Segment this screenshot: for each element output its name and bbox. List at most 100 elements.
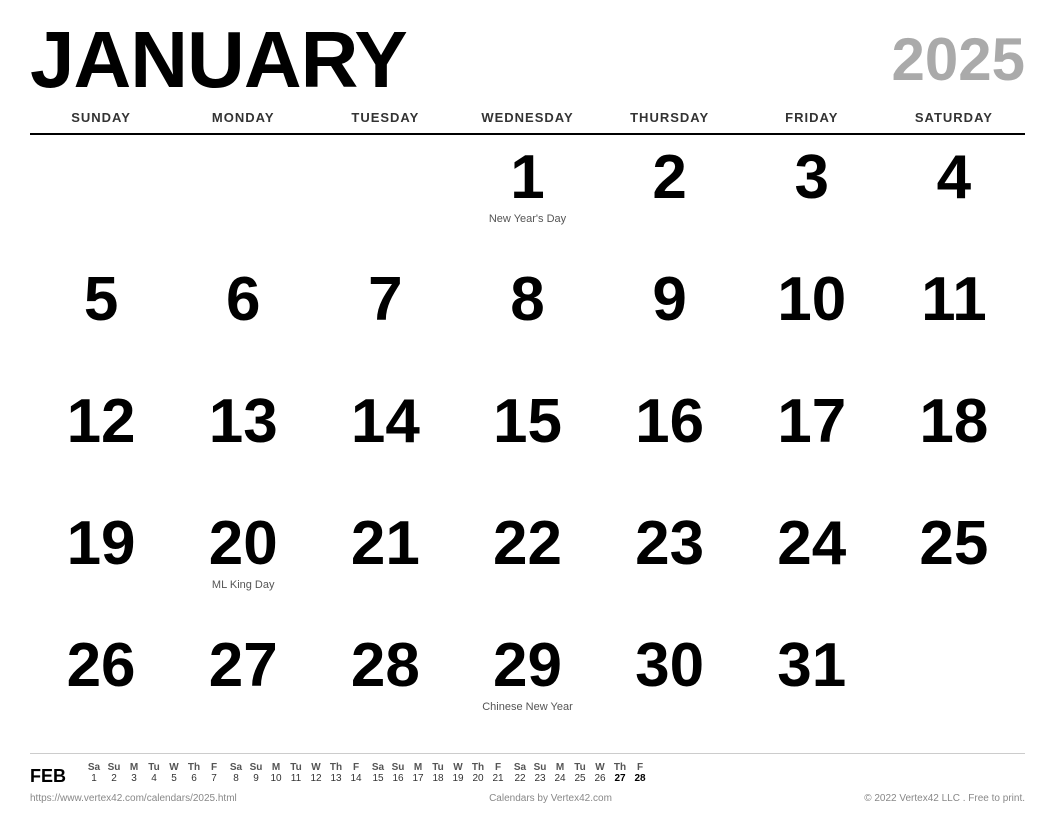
mini-day-number: 8 xyxy=(226,773,246,784)
mini-day-header: W xyxy=(164,762,184,773)
holiday-label: ML King Day xyxy=(212,579,275,592)
day-cell: 24 xyxy=(741,505,883,627)
mini-day-number: 22 xyxy=(510,773,530,784)
day-number: 15 xyxy=(493,391,562,453)
mini-day-number: 21 xyxy=(488,773,508,784)
mini-day-number: 4 xyxy=(144,773,164,784)
mini-day-number: 14 xyxy=(346,773,366,784)
mini-day-header: Su xyxy=(246,762,266,773)
day-cell: 29Chinese New Year xyxy=(456,627,598,749)
mini-month-label: FEB xyxy=(30,762,70,787)
day-number: 3 xyxy=(795,147,829,209)
mini-day-header: Tu xyxy=(570,762,590,773)
mini-day-header: F xyxy=(346,762,366,773)
mini-day-header: F xyxy=(204,762,224,773)
day-number: 8 xyxy=(510,269,544,331)
day-number: 17 xyxy=(777,391,846,453)
mini-week-header-group: SaSuMTuWThF xyxy=(368,762,508,773)
day-cell xyxy=(883,627,1025,749)
mini-week-number-group: 22232425262728 xyxy=(510,773,650,784)
weekday-header: THURSDAY xyxy=(599,106,741,129)
day-cell: 14 xyxy=(314,383,456,505)
mini-day-number: 10 xyxy=(266,773,286,784)
day-number: 12 xyxy=(67,391,136,453)
footer-copyright: © 2022 Vertex42 LLC . Free to print. xyxy=(864,793,1025,804)
day-cell: 20ML King Day xyxy=(172,505,314,627)
day-cell xyxy=(172,139,314,261)
mini-day-header: W xyxy=(590,762,610,773)
day-number: 22 xyxy=(493,513,562,575)
day-cell: 19 xyxy=(30,505,172,627)
mini-day-header: M xyxy=(550,762,570,773)
day-number: 16 xyxy=(635,391,704,453)
mini-day-header: W xyxy=(306,762,326,773)
day-number: 14 xyxy=(351,391,420,453)
calendar-page: JANUARY 2025 SUNDAYMONDAYTUESDAYWEDNESDA… xyxy=(0,0,1055,814)
day-number: 7 xyxy=(368,269,402,331)
day-number: 4 xyxy=(937,147,971,209)
day-cell xyxy=(30,139,172,261)
mini-day-header: Su xyxy=(530,762,550,773)
day-number: 2 xyxy=(652,147,686,209)
mini-week-number-group: 15161718192021 xyxy=(368,773,508,784)
weekday-header: TUESDAY xyxy=(314,106,456,129)
day-cell: 21 xyxy=(314,505,456,627)
day-cell: 12 xyxy=(30,383,172,505)
day-cell: 7 xyxy=(314,261,456,383)
mini-day-number: 26 xyxy=(590,773,610,784)
mini-day-header: Tu xyxy=(144,762,164,773)
day-cell: 22 xyxy=(456,505,598,627)
day-cell: 25 xyxy=(883,505,1025,627)
day-cell: 23 xyxy=(599,505,741,627)
mini-day-number: 5 xyxy=(164,773,184,784)
day-cell: 17 xyxy=(741,383,883,505)
day-cell: 30 xyxy=(599,627,741,749)
weekday-row: SUNDAYMONDAYTUESDAYWEDNESDAYTHURSDAYFRID… xyxy=(30,106,1025,135)
weekday-header: SATURDAY xyxy=(883,106,1025,129)
holiday-label: Chinese New Year xyxy=(482,701,573,714)
mini-day-header: Th xyxy=(184,762,204,773)
day-cell: 2 xyxy=(599,139,741,261)
footer-url: https://www.vertex42.com/calendars/2025.… xyxy=(30,793,237,804)
day-number: 27 xyxy=(209,635,278,697)
day-number: 9 xyxy=(652,269,686,331)
mini-day-number: 20 xyxy=(468,773,488,784)
day-cell: 4 xyxy=(883,139,1025,261)
mini-day-number: 24 xyxy=(550,773,570,784)
day-cell: 6 xyxy=(172,261,314,383)
mini-day-header: W xyxy=(448,762,468,773)
day-number: 21 xyxy=(351,513,420,575)
mini-numbers: 1234567891011121314151617181920212223242… xyxy=(84,773,1025,784)
mini-week-number-group: 891011121314 xyxy=(226,773,366,784)
mini-week-header-group: SaSuMTuWThF xyxy=(84,762,224,773)
mini-day-number: 6 xyxy=(184,773,204,784)
mini-table: SaSuMTuWThFSaSuMTuWThFSaSuMTuWThFSaSuMTu… xyxy=(84,762,1025,784)
day-cell xyxy=(314,139,456,261)
mini-day-number: 15 xyxy=(368,773,388,784)
mini-day-number: 13 xyxy=(326,773,346,784)
mini-headers: SaSuMTuWThFSaSuMTuWThFSaSuMTuWThFSaSuMTu… xyxy=(84,762,1025,773)
day-number: 28 xyxy=(351,635,420,697)
mini-day-number: 1 xyxy=(84,773,104,784)
day-cell: 31 xyxy=(741,627,883,749)
mini-day-header: Sa xyxy=(510,762,530,773)
weekday-header: MONDAY xyxy=(172,106,314,129)
day-cell: 27 xyxy=(172,627,314,749)
mini-week-header-group: SaSuMTuWThF xyxy=(510,762,650,773)
mini-day-header: M xyxy=(408,762,428,773)
mini-day-number: 23 xyxy=(530,773,550,784)
day-number: 19 xyxy=(67,513,136,575)
mini-day-number: 7 xyxy=(204,773,224,784)
mini-day-header: F xyxy=(488,762,508,773)
days-grid: 1New Year's Day2345678910111213141516171… xyxy=(30,139,1025,749)
mini-day-header: Tu xyxy=(286,762,306,773)
mini-day-header: Sa xyxy=(226,762,246,773)
weekday-header: SUNDAY xyxy=(30,106,172,129)
mini-day-number: 25 xyxy=(570,773,590,784)
mini-week-number-group: 1234567 xyxy=(84,773,224,784)
weekday-header: FRIDAY xyxy=(741,106,883,129)
day-number: 26 xyxy=(67,635,136,697)
day-cell: 26 xyxy=(30,627,172,749)
day-number: 25 xyxy=(919,513,988,575)
day-number: 6 xyxy=(226,269,260,331)
